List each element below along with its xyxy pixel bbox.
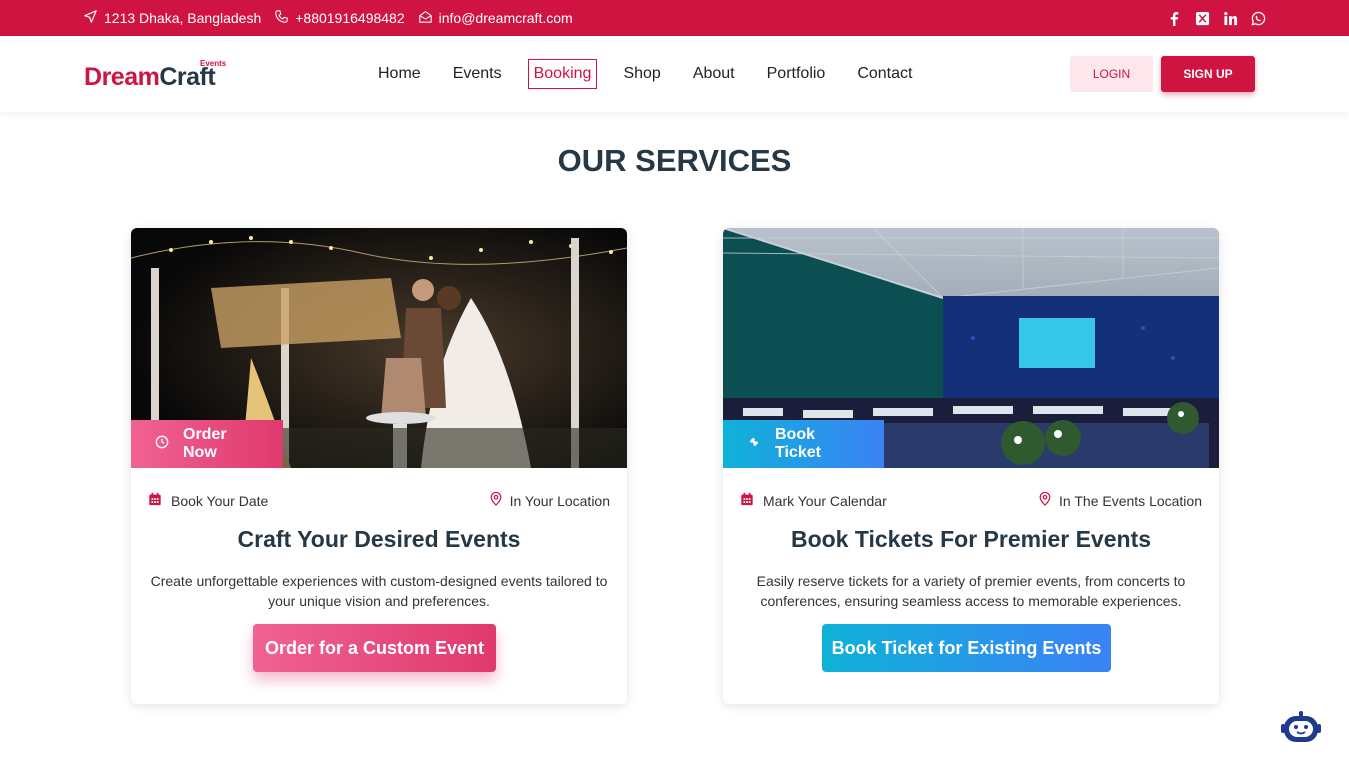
phone-text: +8801916498482: [295, 10, 405, 26]
logo-subtitle: Events: [200, 59, 227, 68]
social-links: [1166, 0, 1266, 36]
order-now-badge[interactable]: Order Now: [131, 420, 283, 468]
calendar-icon: [740, 492, 754, 509]
clock-icon: [155, 435, 169, 454]
envelope-open-icon: [418, 10, 432, 26]
logo-wordmark: DreamCraft: [84, 63, 216, 91]
nav-item-home[interactable]: Home: [372, 59, 427, 89]
service-card-custom-event: Order Now Book Your Date In Your Locatio…: [131, 228, 627, 704]
meta-location-text: In Your Location: [509, 492, 610, 509]
main-header: DreamCraft Events Home Events Booking Sh…: [0, 36, 1349, 112]
nav-item-booking[interactable]: Booking: [527, 59, 598, 89]
address-item: 1213 Dhaka, Bangladesh: [84, 10, 261, 26]
location-arrow-icon: [84, 10, 97, 26]
nav-item-portfolio[interactable]: Portfolio: [761, 59, 832, 89]
contact-info: 1213 Dhaka, Bangladesh +8801916498482 in…: [84, 0, 573, 36]
order-custom-event-button[interactable]: Order for a Custom Event: [253, 624, 496, 672]
meta-location-text: In The Events Location: [1059, 492, 1202, 509]
x-icon[interactable]: [1194, 10, 1210, 26]
meta-date: Book Your Date: [148, 492, 268, 509]
meta-location: In Your Location: [489, 491, 610, 509]
phone-item[interactable]: +8801916498482: [275, 10, 405, 26]
chatbot-robot-icon[interactable]: [1281, 711, 1321, 745]
nav-item-events[interactable]: Events: [447, 59, 508, 89]
meta-date-text: Mark Your Calendar: [763, 492, 887, 509]
meta-date: Mark Your Calendar: [740, 492, 887, 509]
book-ticket-badge[interactable]: Book Ticket: [723, 420, 884, 468]
ticket-icon: [747, 435, 761, 454]
dreamcraft-logo[interactable]: DreamCraft Events: [84, 57, 234, 93]
address-text: 1213 Dhaka, Bangladesh: [104, 10, 262, 26]
email-item[interactable]: info@dreamcraft.com: [418, 10, 573, 26]
card-description: Create unforgettable experiences with cu…: [150, 573, 608, 609]
card-meta: Book Your Date In Your Location: [148, 491, 610, 510]
card-title: Craft Your Desired Events: [237, 526, 521, 552]
card-title: Book Tickets For Premier Events: [790, 526, 1152, 552]
nav-item-about[interactable]: About: [687, 59, 741, 89]
calendar-icon: [148, 492, 162, 509]
book-existing-events-button[interactable]: Book Ticket for Existing Events: [822, 624, 1111, 672]
card-meta: Mark Your Calendar In The Events Locatio…: [740, 491, 1202, 510]
card-description: Easily reserve tickets for a variety of …: [756, 573, 1186, 609]
meta-location: In The Events Location: [1038, 491, 1202, 509]
nav-item-shop[interactable]: Shop: [617, 59, 666, 89]
meta-date-text: Book Your Date: [171, 492, 269, 509]
section-title: OUR SERVICES: [557, 143, 792, 178]
map-pin-icon: [1038, 491, 1052, 509]
facebook-icon[interactable]: [1166, 10, 1182, 26]
whatsapp-icon[interactable]: [1250, 10, 1266, 26]
map-pin-icon: [489, 491, 503, 509]
linkedin-icon[interactable]: [1222, 10, 1238, 26]
login-button[interactable]: LOGIN: [1070, 56, 1153, 92]
email-text: info@dreamcraft.com: [438, 10, 573, 26]
top-info-bar: 1213 Dhaka, Bangladesh +8801916498482 in…: [0, 0, 1349, 36]
badge-label: Order Now: [183, 426, 227, 461]
main-nav: Home Events Booking Shop About Portfolio…: [372, 59, 938, 89]
badge-label: Book Ticket: [775, 426, 821, 461]
signup-button[interactable]: SIGN UP: [1161, 56, 1255, 92]
phone-icon: [275, 10, 288, 26]
service-card-book-ticket: Book Ticket Mark Your Calendar In The Ev…: [723, 228, 1219, 704]
nav-item-contact[interactable]: Contact: [851, 59, 918, 89]
